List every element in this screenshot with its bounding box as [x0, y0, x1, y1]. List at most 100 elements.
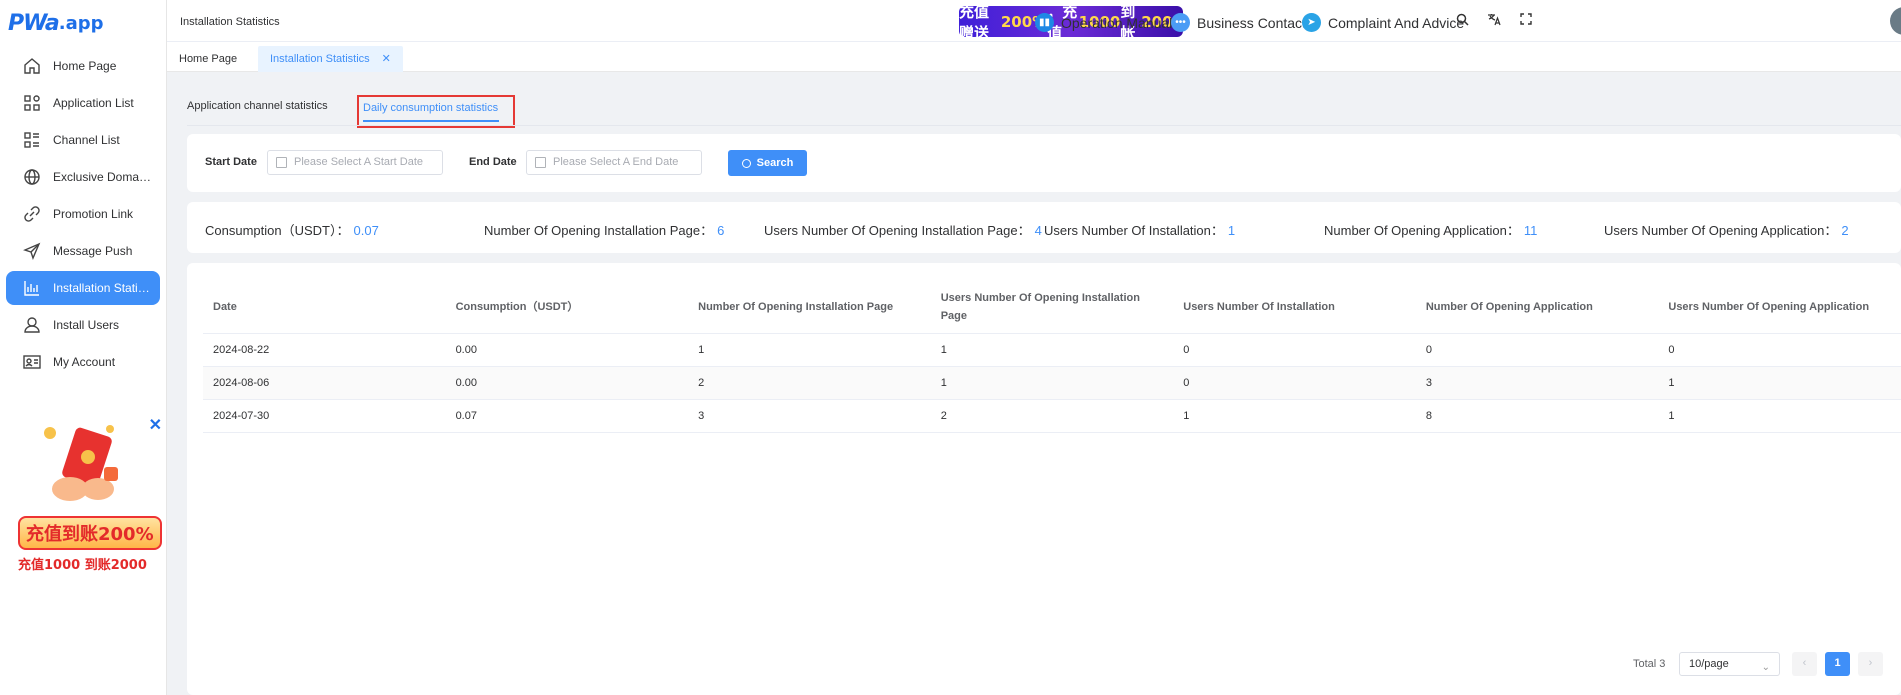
tab-home-page[interactable]: Home Page	[167, 46, 249, 72]
stat-users-installation: Users Number Of Installation： 1	[1044, 220, 1235, 239]
table-cell: 0.00	[445, 333, 689, 367]
column-header: Users Number Of Installation	[1173, 281, 1416, 334]
table-cell: 2	[688, 366, 931, 400]
stat-label: Users Number Of Installation：	[1044, 223, 1224, 238]
business-contact-link[interactable]: ••• Business Contact	[1171, 13, 1306, 32]
table-cell: 1	[688, 333, 931, 367]
table-row: 2024-07-30 0.07 3 2 1 8 1	[203, 399, 1901, 433]
top-header: Installation Statistics 充值赠送 200% ，充值 1000 到…	[167, 0, 1901, 42]
column-header: Number Of Opening Application	[1415, 281, 1659, 334]
page-size-select[interactable]: 10/page ⌄	[1679, 652, 1780, 676]
operation-manual-link[interactable]: ▮▮ Operation Manual	[1035, 13, 1172, 32]
fullscreen-icon[interactable]	[1520, 13, 1532, 28]
stat-label: Consumption（USDT）：	[205, 223, 350, 238]
sidebar-item-message-push[interactable]: Message Push	[6, 234, 160, 268]
search-icon	[741, 158, 751, 168]
home-icon	[23, 57, 41, 75]
table-cell: 3	[1415, 366, 1659, 400]
start-date-input[interactable]: Please Select A Start Date	[267, 150, 443, 175]
stat-value: 11	[1523, 223, 1538, 238]
list-icon	[23, 131, 41, 149]
table-cell: 1	[930, 333, 1174, 367]
logo-suffix: .app	[58, 12, 104, 34]
table-cell: 2	[930, 399, 1174, 433]
end-date-label: End Date	[469, 156, 517, 168]
sidebar-item-home[interactable]: Home Page	[6, 49, 160, 83]
stat-label: Number Of Opening Application：	[1324, 223, 1520, 238]
page-number-button[interactable]: 1	[1825, 652, 1850, 676]
daily-statistics-table-card: Date Consumption（USDT） Number Of Opening…	[187, 263, 1901, 695]
tab-label: Home Page	[179, 53, 238, 65]
table-cell: 8	[1415, 399, 1659, 433]
telegram-icon: ➤	[1302, 13, 1321, 32]
tab-application-channel-statistics[interactable]: Application channel statistics	[187, 100, 328, 112]
table-cell: 0	[1415, 333, 1659, 367]
translate-icon[interactable]	[1487, 13, 1501, 29]
close-tab-icon[interactable]: ✕	[382, 53, 391, 65]
end-date-input[interactable]: Please Select A End Date	[526, 150, 702, 175]
logo-mark: PWa	[8, 10, 60, 36]
sidebar-item-promotion-link[interactable]: Promotion Link	[6, 197, 160, 231]
start-date-label: Start Date	[205, 156, 257, 168]
sidebar-item-label: Channel List	[53, 133, 120, 147]
table-cell: 2024-07-30	[203, 399, 446, 433]
complaint-advice-link[interactable]: ➤ Complaint And Advice	[1302, 13, 1464, 32]
close-icon[interactable]: ✕	[149, 415, 162, 435]
sidebar-item-installation-statistics[interactable]: Installation Statist...	[6, 271, 160, 305]
stat-label: Users Number Of Opening Application：	[1604, 223, 1838, 238]
app-logo[interactable]: PWa .app	[0, 0, 166, 46]
calendar-icon	[276, 157, 287, 168]
table-cell: 0	[1658, 333, 1901, 367]
complaint-advice-label: Complaint And Advice	[1328, 14, 1465, 31]
stat-value: 2	[1841, 223, 1849, 238]
column-header: Number Of Opening Installation Page	[688, 281, 931, 334]
stat-value: 4	[1034, 223, 1042, 238]
promo-subline: 充值1000 到账2000	[18, 558, 147, 573]
table-row: 2024-08-22 0.00 1 1 0 0 0	[203, 333, 1901, 367]
promo-headline: 充值到账200%	[18, 516, 162, 550]
red-envelope-illustration	[44, 425, 118, 501]
stat-value: 1	[1227, 223, 1236, 238]
table-cell: 0	[1173, 333, 1416, 367]
prev-page-button[interactable]: ‹	[1792, 652, 1817, 676]
banner-text-a: 充值赠送	[959, 2, 990, 42]
apps-grid-icon	[23, 94, 41, 112]
table-cell: 1	[930, 366, 1174, 400]
sidebar-item-channel-list[interactable]: Channel List	[6, 123, 160, 157]
chevron-down-icon: ⌄	[1761, 662, 1770, 673]
sidebar-item-label: Promotion Link	[53, 207, 134, 221]
calendar-icon	[535, 157, 546, 168]
sidebar-item-exclusive-domain[interactable]: Exclusive Domain...	[6, 160, 160, 194]
promo-banner[interactable]: ✕ 充值到账200% 充值1000 到账2000	[12, 415, 162, 580]
sidebar-item-my-account[interactable]: My Account	[6, 345, 160, 379]
search-icon[interactable]	[1456, 13, 1469, 29]
search-button[interactable]: Search	[728, 150, 807, 176]
tab-bar: Home Page Installation Statistics ✕	[167, 42, 1901, 72]
stat-users-opening-installation-page: Users Number Of Opening Installation Pag…	[764, 220, 1042, 239]
sidebar-item-application-list[interactable]: Application List	[6, 86, 160, 120]
page-size-value: 10/page	[1689, 658, 1729, 670]
column-header: Date	[203, 281, 446, 334]
tab-label: Installation Statistics	[270, 53, 370, 65]
send-icon	[23, 242, 41, 260]
table-cell: 3	[688, 399, 931, 433]
start-date-placeholder: Please Select A Start Date	[294, 156, 424, 168]
table-cell: 1	[1173, 399, 1416, 433]
sidebar-item-label: My Account	[53, 355, 116, 369]
filter-card: Start Date Please Select A Start Date En…	[187, 134, 1901, 192]
stat-users-opening-application: Users Number Of Opening Application： 2	[1604, 220, 1849, 239]
sidebar-item-label: Application List	[53, 96, 134, 110]
table-cell: 0	[1173, 366, 1416, 400]
tab-daily-consumption-statistics[interactable]: Daily consumption statistics	[357, 95, 515, 128]
sidebar-menu: Home Page Application List Channel List …	[0, 49, 166, 379]
tab-installation-statistics[interactable]: Installation Statistics ✕	[258, 46, 403, 72]
sidebar-item-install-users[interactable]: Install Users	[6, 308, 160, 342]
table-row: 2024-08-06 0.00 2 1 0 3 1	[203, 366, 1901, 400]
stat-value: 6	[717, 223, 725, 238]
next-page-button[interactable]: ›	[1858, 652, 1883, 676]
user-icon	[23, 316, 41, 334]
stat-opening-application: Number Of Opening Application： 11	[1324, 220, 1537, 239]
business-contact-label: Business Contact	[1197, 14, 1306, 31]
sidebar: PWa .app Home Page Application List Chan…	[0, 0, 167, 695]
avatar[interactable]: t	[1890, 7, 1901, 35]
